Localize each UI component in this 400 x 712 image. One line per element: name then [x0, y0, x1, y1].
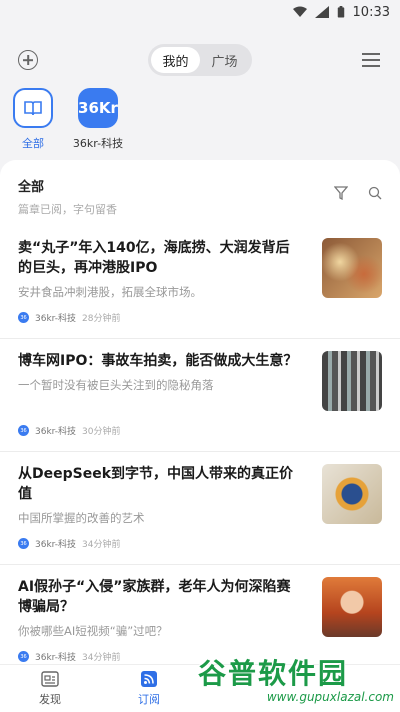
- article-source: 36kr-科技: [35, 314, 77, 324]
- nav-subscribe[interactable]: 订阅: [119, 671, 179, 707]
- source-label: 36kr-科技: [72, 137, 124, 150]
- article-item[interactable]: 卖“丸子”年入140亿，海底捞、大润发背后的巨头，再冲港股IPO 安井食品冲刺港…: [0, 226, 400, 339]
- source-logo-icon: 36: [18, 651, 29, 662]
- feed-card: 全部 篇章已阅，字句留香 卖“丸子”年入140亿，海底捞、大润发背后的巨头，再冲…: [0, 160, 400, 712]
- rss-icon: [141, 671, 157, 687]
- status-bar: 10:33: [0, 0, 400, 24]
- watermark: 谷普软件园 www.gupuxlazal.com: [198, 652, 394, 708]
- tab-square[interactable]: 广场: [200, 47, 249, 73]
- top-bar: 我的 广场: [0, 44, 400, 76]
- article-title[interactable]: 博车网IPO：事故车拍卖，能否做成大生意？: [18, 351, 300, 371]
- tab-mine[interactable]: 我的: [151, 47, 200, 73]
- source-list: 全部 36Kr 36kr-科技: [0, 88, 400, 152]
- source-all[interactable]: 全部: [1, 88, 65, 151]
- add-icon[interactable]: [18, 50, 38, 70]
- source-label: 全部: [22, 137, 44, 150]
- section-subtitle: 篇章已阅，字句留香: [18, 203, 117, 216]
- article-title[interactable]: 从DeepSeek到字节，中国人带来的真正价值: [18, 464, 300, 504]
- article-meta: 36 36kr-科技 34分钟前: [18, 537, 121, 550]
- article-thumbnail[interactable]: [322, 351, 382, 411]
- battery-icon: [337, 6, 344, 18]
- article-source: 36kr-科技: [35, 540, 77, 550]
- article-title[interactable]: AI假孙子“入侵”家族群，老年人为何深陷赛博骗局？: [18, 577, 300, 617]
- article-time: 34分钟前: [82, 653, 121, 663]
- nav-label: 订阅: [138, 693, 160, 706]
- article-thumbnail[interactable]: [322, 577, 382, 637]
- article-thumbnail[interactable]: [322, 464, 382, 524]
- article-desc: 你被哪些AI短视频“骗”过吧？: [18, 624, 168, 638]
- status-time: 10:33: [352, 4, 390, 20]
- article-source: 36kr-科技: [35, 653, 77, 663]
- segmented-control: 我的 广场: [148, 44, 252, 76]
- nav-discover[interactable]: 发现: [20, 671, 80, 707]
- search-icon[interactable]: [368, 186, 382, 200]
- article-thumbnail[interactable]: [322, 238, 382, 298]
- book-icon: [13, 88, 53, 128]
- source-logo-icon: 36: [18, 312, 29, 323]
- nav-label: 发现: [39, 693, 61, 706]
- source-logo-icon: 36: [18, 538, 29, 549]
- article-time: 34分钟前: [82, 540, 121, 550]
- article-time: 30分钟前: [82, 427, 121, 437]
- wifi-icon: [292, 6, 307, 17]
- article-list: 卖“丸子”年入140亿，海底捞、大润发背后的巨头，再冲港股IPO 安井食品冲刺港…: [0, 226, 400, 678]
- source-36kr[interactable]: 36Kr 36kr-科技: [66, 88, 130, 151]
- watermark-title: 谷普软件园: [198, 657, 349, 690]
- section-header: 全部 篇章已阅，字句留香: [18, 176, 382, 217]
- 36kr-logo: 36Kr: [78, 88, 118, 128]
- article-source: 36kr-科技: [35, 427, 77, 437]
- filter-icon[interactable]: [334, 186, 348, 200]
- source-logo-icon: 36: [18, 425, 29, 436]
- article-time: 28分钟前: [82, 314, 121, 324]
- section-title: 全部: [18, 180, 45, 195]
- article-meta: 36 36kr-科技 34分钟前: [18, 650, 121, 663]
- article-meta: 36 36kr-科技 30分钟前: [18, 424, 121, 437]
- discover-icon: [41, 671, 59, 687]
- article-item[interactable]: 从DeepSeek到字节，中国人带来的真正价值 中国所掌握的改善的艺术 36 3…: [0, 452, 400, 565]
- article-desc: 一个暂时没有被巨头关注到的隐秘角落: [18, 378, 214, 392]
- article-desc: 中国所掌握的改善的艺术: [18, 511, 145, 525]
- menu-icon[interactable]: [362, 53, 380, 67]
- article-title[interactable]: 卖“丸子”年入140亿，海底捞、大润发背后的巨头，再冲港股IPO: [18, 238, 300, 278]
- article-item[interactable]: 博车网IPO：事故车拍卖，能否做成大生意？ 一个暂时没有被巨头关注到的隐秘角落 …: [0, 339, 400, 452]
- signal-icon: [314, 6, 329, 18]
- article-meta: 36 36kr-科技 28分钟前: [18, 311, 121, 324]
- article-desc: 安井食品冲刺港股，拓展全球市场。: [18, 285, 202, 299]
- watermark-url: www.gupuxlazal.com: [266, 690, 394, 704]
